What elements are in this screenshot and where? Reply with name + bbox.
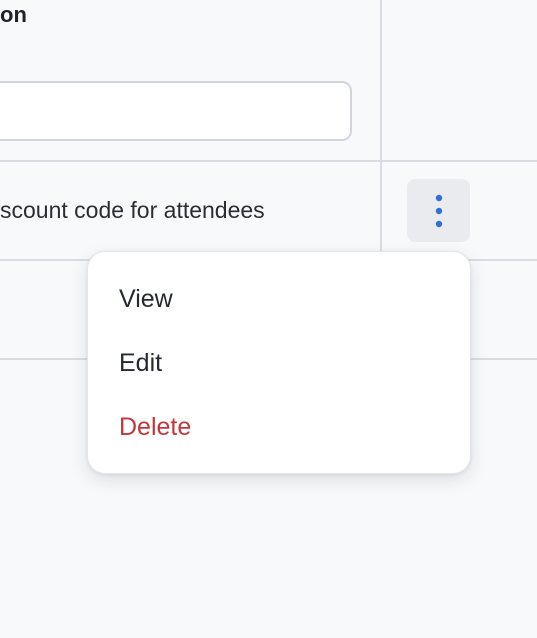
table-header-row: on: [0, 0, 537, 162]
menu-item-edit[interactable]: Edit: [119, 349, 162, 378]
column-divider: [380, 0, 382, 259]
column-filter-input[interactable]: [0, 81, 352, 141]
column-header-label: on: [0, 2, 27, 27]
row-description-cell: scount code for attendees: [0, 197, 265, 223]
kebab-vertical-icon: [435, 194, 442, 227]
row-actions-button[interactable]: [407, 179, 470, 242]
menu-item-delete[interactable]: Delete: [119, 413, 191, 442]
menu-item-view[interactable]: View: [119, 285, 173, 314]
row-actions-menu: View Edit Delete: [87, 251, 471, 474]
